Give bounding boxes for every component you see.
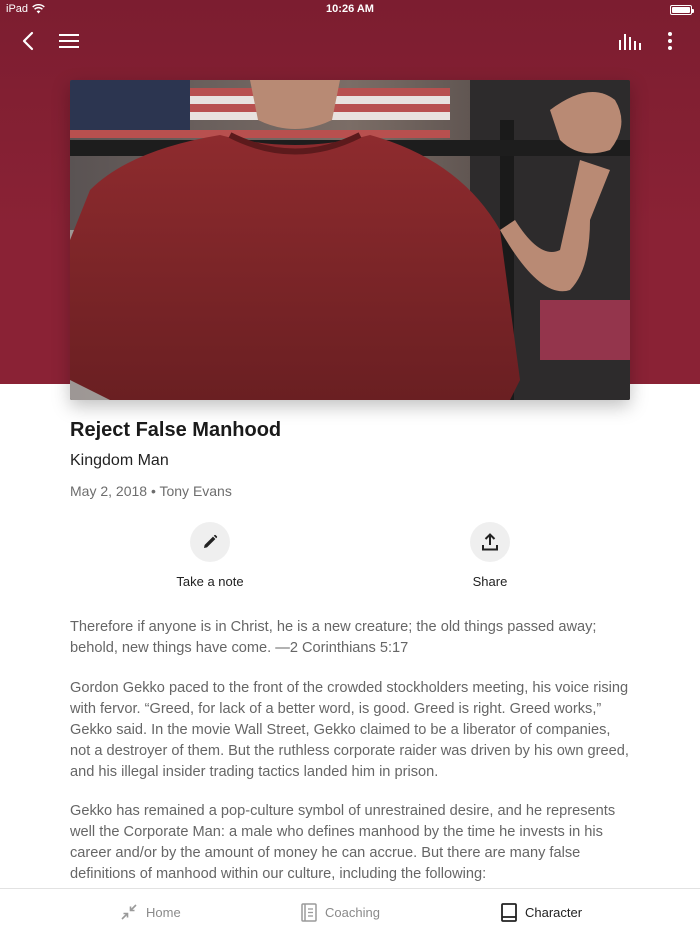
status-time: 10:26 AM: [326, 3, 374, 15]
body-paragraph: Gekko has remained a pop-culture symbol …: [70, 803, 616, 882]
body-paragraph: Gordon Gekko paced to the front of the c…: [70, 680, 629, 780]
collapse-arrows-icon: [121, 904, 137, 920]
article-series: Kingdom Man: [70, 452, 169, 469]
share-label: Share: [472, 574, 508, 589]
back-button[interactable]: [15, 28, 41, 54]
share-circle: [470, 522, 510, 562]
article-hero-image: [70, 80, 630, 400]
menu-button[interactable]: [56, 28, 82, 54]
take-note-label: Take a note: [176, 574, 244, 589]
tab-coaching[interactable]: Coaching: [301, 889, 380, 934]
hamburger-menu-icon: [59, 34, 79, 48]
bottom-tab-bar: Home Coaching Character: [0, 888, 700, 934]
article-meta: May 2, 2018 • Tony Evans: [70, 483, 232, 499]
tab-home[interactable]: Home: [120, 889, 181, 934]
article-title: Reject False Manhood: [70, 419, 282, 441]
status-bar: iPad 10:26 AM: [0, 0, 700, 20]
notebook-icon: [301, 902, 317, 922]
tab-character-label: Character: [525, 904, 583, 920]
tab-home-label: Home: [146, 904, 181, 920]
scripture-paragraph: Therefore if anyone is in Christ, he is …: [70, 619, 597, 656]
take-note-button[interactable]: Take a note: [140, 522, 280, 589]
share-button[interactable]: Share: [420, 522, 560, 589]
pencil-icon: [204, 534, 218, 548]
audio-bars-icon: [619, 34, 641, 50]
more-vertical-icon: [668, 32, 672, 50]
tab-coaching-label: Coaching: [325, 904, 380, 920]
book-icon: [501, 902, 517, 922]
take-note-circle: [190, 522, 230, 562]
hero-photo: [70, 80, 630, 400]
battery-icon: [670, 5, 694, 15]
audio-button[interactable]: [617, 28, 643, 54]
more-options-button[interactable]: [657, 28, 683, 54]
chevron-left-icon: [22, 31, 34, 51]
share-icon: [482, 533, 498, 551]
tab-character[interactable]: Character: [501, 889, 582, 934]
